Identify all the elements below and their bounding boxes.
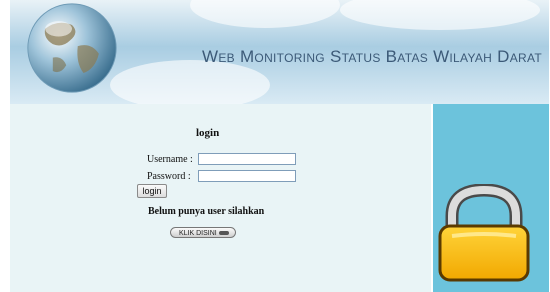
password-label: Password : xyxy=(147,171,191,182)
globe-icon xyxy=(27,3,117,93)
login-panel xyxy=(10,104,433,292)
username-input[interactable] xyxy=(198,153,296,165)
login-button[interactable]: login xyxy=(137,184,167,198)
header-banner: Web Monitoring Status Batas Wilayah Dara… xyxy=(10,0,549,104)
register-link-label: KLIK DISINI xyxy=(179,230,217,237)
register-link-button[interactable]: KLIK DISINI xyxy=(170,227,236,238)
register-prompt: Belum punya user silahkan xyxy=(148,206,265,217)
username-label: Username : xyxy=(147,154,193,165)
banner-cloud xyxy=(190,0,340,28)
login-heading: login xyxy=(196,127,220,139)
page-title: Web Monitoring Status Batas Wilayah Dara… xyxy=(202,47,543,66)
banner-cloud xyxy=(340,0,540,30)
arrow-icon xyxy=(219,231,229,235)
padlock-icon xyxy=(438,184,530,282)
password-input[interactable] xyxy=(198,170,296,182)
